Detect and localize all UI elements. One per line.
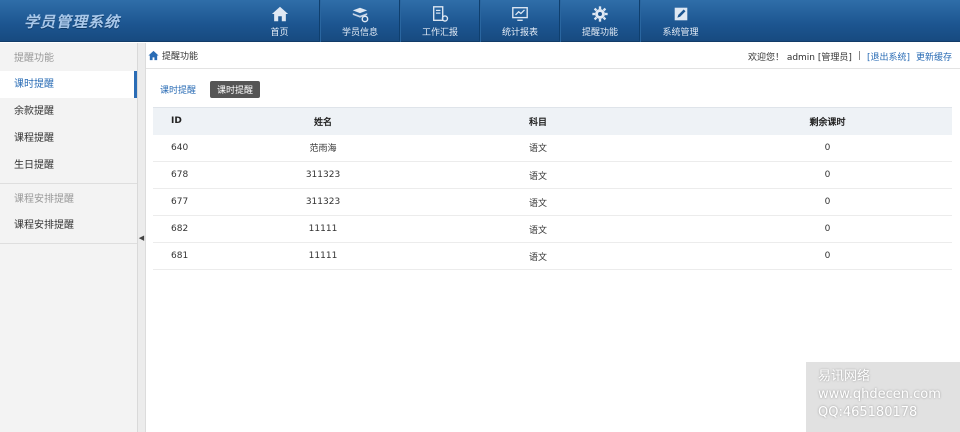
- home-icon: [269, 4, 291, 24]
- sidebar-item-class-hours[interactable]: 课时提醒: [0, 71, 137, 98]
- sidebar-item-balance[interactable]: 余款提醒: [0, 98, 137, 125]
- cell-subject: 语文: [373, 242, 703, 270]
- nav-item-student-info[interactable]: 学员信息: [320, 0, 400, 42]
- top-bar: 学员管理系统 首页 学员信息 工作汇报 统计报表 提醒功能 系统管理: [0, 0, 960, 42]
- cell-subject: 语文: [373, 134, 703, 162]
- sidebar-item-schedule-reminder[interactable]: 课程安排提醒: [0, 212, 137, 239]
- nav-label: 统计报表: [501, 28, 538, 38]
- sidebar-collapse-handle[interactable]: ◀: [138, 43, 146, 432]
- nav-item-work-report[interactable]: 工作汇报: [400, 0, 480, 42]
- nav-item-statistics[interactable]: 统计报表: [480, 0, 560, 42]
- cell-subject: 语文: [373, 215, 703, 243]
- column-header-remaining[interactable]: 剩余课时: [703, 107, 952, 135]
- cell-remaining: 0: [703, 242, 952, 270]
- sidebar-group-title: 提醒功能: [14, 53, 54, 64]
- cell-name: 11111: [273, 215, 373, 243]
- chevron-left-icon: ◀: [138, 233, 145, 242]
- cell-remaining: 0: [703, 215, 952, 243]
- tab-class-hours-link[interactable]: 课时提醒: [160, 83, 196, 96]
- cell-name: 311323: [273, 161, 373, 189]
- refresh-cache-link[interactable]: 更新缓存: [916, 50, 952, 63]
- nav-label: 提醒功能: [581, 28, 618, 38]
- nav-label: 学员信息: [341, 28, 378, 38]
- sidebar-item-course[interactable]: 课程提醒: [0, 125, 137, 152]
- class-hours-button[interactable]: 课时提醒: [210, 81, 261, 98]
- nav-item-system[interactable]: 系统管理: [640, 0, 720, 42]
- column-header-name[interactable]: 姓名: [273, 107, 373, 135]
- cell-remaining: 0: [703, 188, 952, 216]
- report-icon: [429, 4, 451, 24]
- reminder-table: ID 姓名 科目 剩余课时 640 范雨海 语文 0 678 311323 语文…: [153, 107, 952, 270]
- app-title: 学员管理系统: [24, 13, 121, 31]
- separator: |: [857, 51, 861, 61]
- watermark-line: QQ:465180178: [818, 405, 918, 420]
- edit-icon: [670, 4, 692, 24]
- tab-bar: 课时提醒 课时提醒: [160, 81, 261, 98]
- logout-link[interactable]: [退出系统]: [867, 50, 910, 63]
- nav-label: 工作汇报: [421, 28, 458, 38]
- sidebar: 提醒功能 课时提醒 余款提醒 课程提醒 生日提醒 课程安排提醒 课程安排提醒: [0, 43, 138, 432]
- column-header-subject[interactable]: 科目: [373, 107, 703, 135]
- cell-subject: 语文: [373, 188, 703, 216]
- table-row[interactable]: 678 311323 语文 0: [153, 161, 952, 189]
- nav-label: 系统管理: [662, 28, 699, 38]
- cell-id: 640: [153, 134, 273, 162]
- sidebar-group-title: 课程安排提醒: [14, 194, 74, 205]
- column-header-id[interactable]: ID: [153, 107, 273, 135]
- watermark: 易讯网络 www.qhdecen.com QQ:465180178: [806, 362, 960, 432]
- table-row[interactable]: 682 11111 语文 0: [153, 215, 952, 243]
- nav-item-home[interactable]: 首页: [240, 0, 320, 42]
- watermark-line: 易讯网络: [818, 369, 871, 384]
- cell-remaining: 0: [703, 134, 952, 162]
- gear-icon: [589, 4, 611, 24]
- table-header-row: ID 姓名 科目 剩余课时: [153, 107, 952, 135]
- cell-remaining: 0: [703, 161, 952, 189]
- cell-subject: 语文: [373, 161, 703, 189]
- monitor-icon: [509, 4, 531, 24]
- table-row[interactable]: 640 范雨海 语文 0: [153, 134, 952, 162]
- cell-name: 范雨海: [273, 134, 373, 162]
- sidebar-item-birthday[interactable]: 生日提醒: [0, 152, 137, 179]
- nav-item-reminders[interactable]: 提醒功能: [560, 0, 640, 42]
- cell-id: 682: [153, 215, 273, 243]
- books-icon: [349, 4, 371, 24]
- welcome-text: 欢迎您！ admin [管理员]: [747, 52, 852, 63]
- nav-label: 首页: [270, 28, 289, 38]
- breadcrumb-text: 提醒功能: [162, 52, 199, 62]
- watermark-line: www.qhdecen.com: [818, 387, 941, 402]
- sidebar-group-schedule: 课程安排提醒 课程安排提醒: [0, 184, 137, 244]
- cell-name: 11111: [273, 242, 373, 270]
- breadcrumb: 提醒功能 欢迎您！ admin [管理员] | [退出系统] 更新缓存: [146, 43, 960, 69]
- sidebar-group-reminders: 提醒功能 课时提醒 余款提醒 课程提醒 生日提醒: [0, 43, 137, 184]
- table-row[interactable]: 677 311323 语文 0: [153, 188, 952, 216]
- table-row[interactable]: 681 11111 语文 0: [153, 242, 952, 270]
- main-nav: 首页 学员信息 工作汇报 统计报表 提醒功能 系统管理: [240, 0, 720, 42]
- cell-id: 678: [153, 161, 273, 189]
- cell-id: 677: [153, 188, 273, 216]
- home-icon: [148, 50, 159, 61]
- cell-id: 681: [153, 242, 273, 270]
- cell-name: 311323: [273, 188, 373, 216]
- user-bar: 欢迎您！ admin [管理员] | [退出系统] 更新缓存: [748, 43, 952, 69]
